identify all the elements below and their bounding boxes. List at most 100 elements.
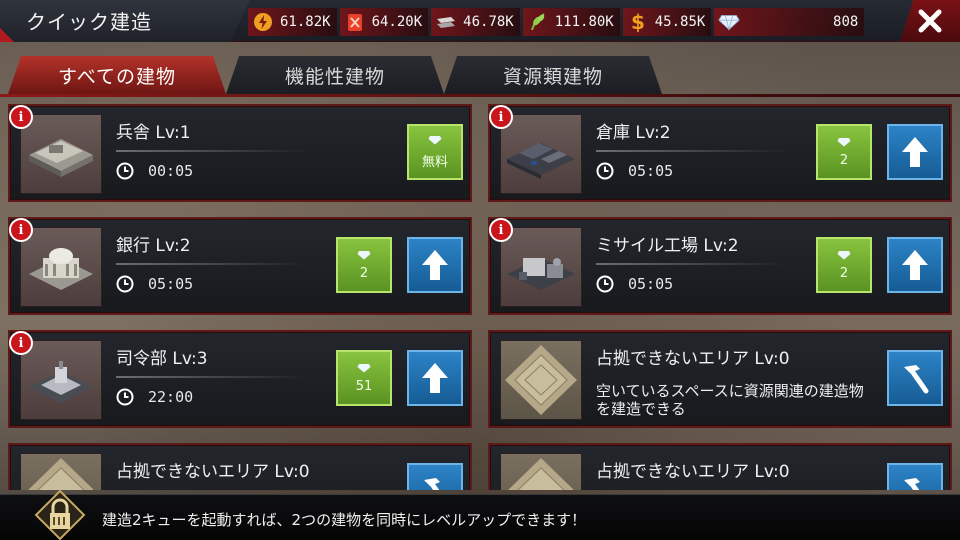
energy-value: 61.82K — [280, 14, 331, 30]
header-bar: クイック建造 61.82K 64.20K 46.78K 111.80K $ 45… — [0, 0, 960, 42]
clock-icon — [596, 275, 614, 293]
build-time-value: 05:05 — [628, 162, 674, 180]
close-button[interactable] — [900, 0, 960, 42]
building-list[interactable]: i 兵舎 Lv:1 00:05 無料 i 倉庫 Lv:2 05:05 2 i 銀… — [8, 104, 952, 490]
upgrade-button[interactable] — [407, 350, 463, 406]
info-icon[interactable]: i — [489, 218, 513, 242]
gem-cost: 51 — [355, 378, 373, 394]
energy-icon — [252, 11, 274, 33]
upgrade-button[interactable] — [887, 237, 943, 293]
steel-icon — [435, 11, 457, 33]
tab-resource-buildings[interactable]: 資源類建物 — [444, 56, 662, 94]
divider — [596, 150, 786, 152]
building-card-empty-area[interactable]: 占拠できないエリア Lv:0 — [8, 443, 472, 490]
clock-icon — [116, 275, 134, 293]
divider — [116, 263, 306, 265]
title-box: クイック建造 — [0, 0, 250, 42]
build-time-value: 22:00 — [148, 388, 194, 406]
resource-fuel[interactable]: 64.20K — [339, 8, 429, 36]
building-name: 銀行 Lv:2 — [116, 236, 191, 256]
gem-speedup-button[interactable]: 2 — [816, 237, 872, 293]
building-name: 司令部 Lv:3 — [116, 349, 208, 369]
build-time: 05:05 — [596, 275, 673, 293]
footer-bar: 建造2キューを起動すれば、2つの建物を同時にレベルアップできます！ — [0, 489, 960, 540]
building-thumbnail — [500, 227, 582, 307]
building-name: ミサイル工場 Lv:2 — [596, 236, 739, 256]
resource-bar: 61.82K 64.20K 46.78K 111.80K $ 45.85K 80… — [248, 8, 910, 36]
fuel-icon — [344, 11, 366, 33]
building-card-barracks[interactable]: i 兵舎 Lv:1 00:05 無料 — [8, 104, 472, 202]
build-time-value: 00:05 — [148, 162, 194, 180]
diamond-icon — [428, 135, 442, 144]
diamond-icon — [357, 250, 371, 259]
info-icon[interactable]: i — [9, 218, 33, 242]
building-card-headquarters[interactable]: i 司令部 Lv:3 22:00 51 — [8, 330, 472, 428]
divider — [596, 263, 786, 265]
upgrade-button[interactable] — [407, 237, 463, 293]
building-thumbnail — [500, 453, 582, 490]
build-time: 00:05 — [116, 162, 193, 180]
build-button[interactable] — [887, 350, 943, 406]
building-name: 占拠できないエリア Lv:0 — [596, 349, 790, 369]
arrow-up-icon — [422, 250, 448, 280]
building-thumbnail — [500, 114, 582, 194]
money-icon: $ — [627, 11, 649, 33]
food-value: 111.80K — [554, 14, 614, 30]
fuel-value: 64.20K — [371, 14, 423, 30]
clock-icon — [596, 162, 614, 180]
arrow-up-icon — [902, 250, 928, 280]
diamond-value: 808 — [833, 14, 859, 30]
tab-functional-buildings[interactable]: 機能性建物 — [226, 56, 444, 94]
footer-message: 建造2キューを起動すれば、2つの建物を同時にレベルアップできます！ — [102, 511, 587, 529]
building-card-missile-factory[interactable]: i ミサイル工場 Lv:2 05:05 2 — [488, 217, 952, 315]
gem-speedup-button[interactable]: 51 — [336, 350, 392, 406]
resource-diamond[interactable]: 808 — [714, 8, 865, 36]
svg-text:$: $ — [631, 11, 645, 33]
info-icon[interactable]: i — [489, 105, 513, 129]
build-button[interactable] — [407, 463, 463, 490]
hammer-icon — [904, 365, 929, 394]
divider — [116, 150, 306, 152]
food-icon — [527, 11, 549, 33]
close-icon — [918, 9, 942, 33]
building-card-warehouse[interactable]: i 倉庫 Lv:2 05:05 2 — [488, 104, 952, 202]
free-label: 無料 — [421, 154, 448, 170]
build-button[interactable] — [887, 463, 943, 490]
hammer-icon — [424, 478, 440, 490]
tab-bar: すべての建物 機能性建物 資源類建物 — [8, 56, 662, 94]
gem-cost: 2 — [839, 265, 849, 281]
resource-food[interactable]: 111.80K — [522, 8, 620, 36]
diamond-icon — [357, 363, 371, 372]
gem-cost: 2 — [839, 152, 849, 168]
info-icon[interactable]: i — [9, 105, 33, 129]
free-build-button[interactable]: 無料 — [407, 124, 463, 180]
divider — [116, 376, 306, 378]
build-queue-lock-icon[interactable] — [34, 489, 86, 540]
resource-steel[interactable]: 46.78K — [431, 8, 520, 36]
building-thumbnail — [20, 453, 102, 490]
building-card-bank[interactable]: i 銀行 Lv:2 05:05 2 — [8, 217, 472, 315]
building-thumbnail — [20, 340, 102, 420]
clock-icon — [116, 162, 134, 180]
arrow-up-icon — [902, 137, 928, 167]
building-card-empty-area[interactable]: 占拠できないエリア Lv:0 — [488, 443, 952, 490]
building-card-empty-area[interactable]: 占拠できないエリア Lv:0 空いているスペースに資源関連の建造物を建造できる — [488, 330, 952, 428]
resource-energy[interactable]: 61.82K — [248, 8, 337, 36]
building-name: 占拠できないエリア Lv:0 — [116, 462, 310, 482]
clock-icon — [116, 388, 134, 406]
gem-speedup-button[interactable]: 2 — [336, 237, 392, 293]
building-name: 占拠できないエリア Lv:0 — [596, 462, 790, 482]
build-time: 22:00 — [116, 388, 193, 406]
upgrade-button[interactable] — [887, 124, 943, 180]
build-time-value: 05:05 — [628, 275, 674, 293]
building-name: 倉庫 Lv:2 — [596, 123, 671, 143]
resource-money[interactable]: $ 45.85K — [622, 8, 712, 36]
info-icon[interactable]: i — [9, 331, 33, 355]
building-thumbnail — [20, 227, 102, 307]
money-value: 45.85K — [654, 14, 706, 30]
building-name: 兵舎 Lv:1 — [116, 123, 191, 143]
steel-value: 46.78K — [463, 14, 514, 30]
tab-all-buildings[interactable]: すべての建物 — [8, 56, 226, 94]
diamond-icon — [837, 137, 851, 146]
gem-speedup-button[interactable]: 2 — [816, 124, 872, 180]
